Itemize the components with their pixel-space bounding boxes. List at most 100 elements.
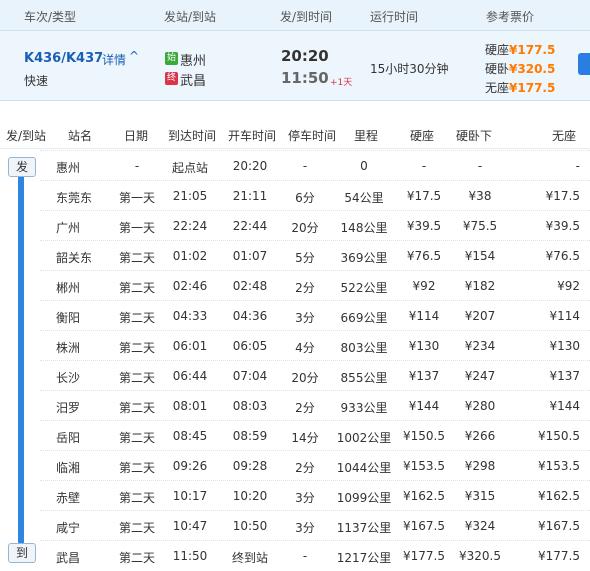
route-line (18, 172, 24, 544)
no-seat-price: ¥76.5 (545, 249, 580, 263)
hard-sleeper-price: ¥280 (464, 399, 496, 413)
hard-sleeper-price: ¥38 (468, 189, 492, 203)
depart-time: 10:50 (232, 519, 268, 533)
col-hard-sleeper: 硬卧下 (456, 129, 493, 143)
station-name: 郴州 (56, 281, 81, 295)
arrive-time: 22:24 (172, 219, 208, 233)
day: 第二天 (118, 431, 155, 445)
no-seat-price: - (575, 159, 580, 173)
depart-time: 20:20 (281, 47, 329, 65)
col-no-seat: 无座 (552, 129, 577, 143)
depart-time: 06:05 (232, 339, 268, 353)
arrive-time: 09:26 (172, 459, 208, 473)
schedule-table-header: 发/到站 站名 日期 到达时间 开车时间 停车时间 里程 硬座 硬卧下 无座 (0, 120, 590, 149)
results-header: 车次/类型 发站/到站 发/到时间 运行时间 参考票价 (0, 0, 590, 31)
header-train: 车次/类型 (24, 10, 77, 24)
hard-sleeper-price: ¥315 (464, 489, 496, 503)
arrive-time: 06:44 (172, 369, 208, 383)
hard-sleeper-price: ¥234 (464, 339, 496, 353)
station-name: 咸宁 (56, 521, 81, 535)
station-name: 岳阳 (56, 431, 81, 445)
train-type: 快速 (24, 74, 49, 88)
day: 第二天 (118, 401, 155, 415)
station-name: 韶关东 (56, 251, 93, 265)
table-row: 衡阳 第二天 04:33 04:36 3分 669公里 ¥114 ¥207 ¥114 (40, 300, 590, 331)
day: 第二天 (118, 371, 155, 385)
table-row: 临湘 第二天 09:26 09:28 2分 1044公里 ¥153.5 ¥298 ¥153.5 (40, 450, 590, 481)
header-duration: 运行时间 (370, 10, 419, 24)
arrive-time: 11:50 (172, 549, 208, 563)
arrive-time: 01:02 (172, 249, 208, 263)
table-row: 广州 第一天 22:24 22:44 20分 148公里 ¥39.5 ¥75.5 ¥39.5 (40, 210, 590, 241)
day: 第二天 (118, 281, 155, 295)
hard-seat-price: ¥130 (408, 339, 440, 353)
depart-time: 01:07 (232, 249, 268, 263)
table-row: 岳阳 第二天 08:45 08:59 14分 1002公里 ¥150.5 ¥266 ¥150.5 (40, 420, 590, 451)
day: 第二天 (118, 491, 155, 505)
col-day: 日期 (124, 129, 149, 143)
depart-time: 21:11 (232, 189, 268, 203)
depart-time: 02:48 (232, 279, 268, 293)
depart-marker: 发 (8, 157, 36, 177)
hard-sleeper-price: ¥298 (464, 459, 496, 473)
col-mark: 发/到站 (6, 129, 47, 143)
arrive-time: 10:47 (172, 519, 208, 533)
station-name: 广州 (56, 221, 81, 235)
hard-sleeper-price: ¥182 (464, 279, 496, 293)
day: 第二天 (118, 311, 155, 325)
hard-seat-price: ¥177.5 (403, 549, 445, 563)
station-name: 汨罗 (56, 401, 81, 415)
no-seat-price: ¥114 (549, 309, 580, 323)
station-name: 武昌 (56, 551, 81, 565)
hard-seat-price: ¥137 (408, 369, 440, 383)
from-station: 惠州 (180, 54, 207, 69)
depart-time: 08:03 (232, 399, 268, 413)
day: 第二天 (118, 461, 155, 475)
no-seat-price: ¥39.5 (545, 219, 580, 233)
station-name: 临湘 (56, 461, 81, 475)
hard-seat-price: ¥144 (408, 399, 440, 413)
hard-sleeper-price: - (477, 159, 483, 173)
header-price: 参考票价 (486, 10, 535, 24)
to-station: 武昌 (180, 74, 207, 89)
no-seat-price: ¥137 (549, 369, 580, 383)
day: 第二天 (118, 251, 155, 265)
arrive-time: 02:46 (172, 279, 208, 293)
table-row: 韶关东 第二天 01:02 01:07 5分 369公里 ¥76.5 ¥154 ¥76.5 (40, 240, 590, 271)
table-row: 武昌 第二天 11:50 终到站 -1217公里 ¥177.5 ¥320.5 ¥177.5 (40, 540, 590, 571)
price-hard-sleeper: 硬卧¥320.5 (485, 62, 556, 76)
train-number-link[interactable]: K436/K437 (24, 51, 103, 66)
duration: 15小时30分钟 (370, 62, 449, 76)
no-seat-price: ¥92 (557, 279, 580, 293)
depart-time: 08:59 (232, 429, 268, 443)
price-no-seat: 无座¥177.5 (485, 81, 556, 95)
book-button[interactable] (578, 53, 590, 75)
station-name: 赤壁 (56, 491, 81, 505)
header-time: 发/到时间 (280, 10, 333, 24)
table-row: 汨罗 第二天 08:01 08:03 2分 933公里 ¥144 ¥280 ¥144 (40, 390, 590, 421)
day: 第一天 (118, 221, 155, 235)
col-arrive: 到达时间 (168, 129, 217, 143)
hard-seat-price: ¥76.5 (406, 249, 442, 263)
col-name: 站名 (68, 129, 93, 143)
station-name: 株洲 (56, 341, 81, 355)
arrive-time: 08:45 (172, 429, 208, 443)
col-distance: 里程 (354, 129, 379, 143)
train-summary-row[interactable]: K436/K437 详情 ^ 快速 始 惠州 终 武昌 20:20 11:50 … (0, 31, 590, 101)
hard-seat-price: ¥114 (408, 309, 440, 323)
hard-sleeper-price: ¥75.5 (462, 219, 498, 233)
origin-badge: 始 (165, 52, 178, 65)
detail-link[interactable]: 详情 (102, 51, 126, 68)
arrive-time: 21:05 (172, 189, 208, 203)
station-name: 惠州 (56, 161, 81, 175)
col-depart: 开车时间 (228, 129, 277, 143)
day: - (134, 159, 140, 173)
station-name: 东莞东 (56, 191, 93, 205)
table-row: 赤壁 第二天 10:17 10:20 3分 1099公里 ¥162.5 ¥315 ¥162.5 (40, 480, 590, 511)
no-seat-price: ¥144 (549, 399, 580, 413)
header-station: 发站/到站 (164, 10, 217, 24)
plus-day-badge: +1天 (330, 78, 353, 88)
no-seat-price: ¥162.5 (538, 489, 580, 503)
chevron-up-icon[interactable]: ^ (129, 49, 139, 63)
hard-sleeper-price: ¥154 (464, 249, 496, 263)
